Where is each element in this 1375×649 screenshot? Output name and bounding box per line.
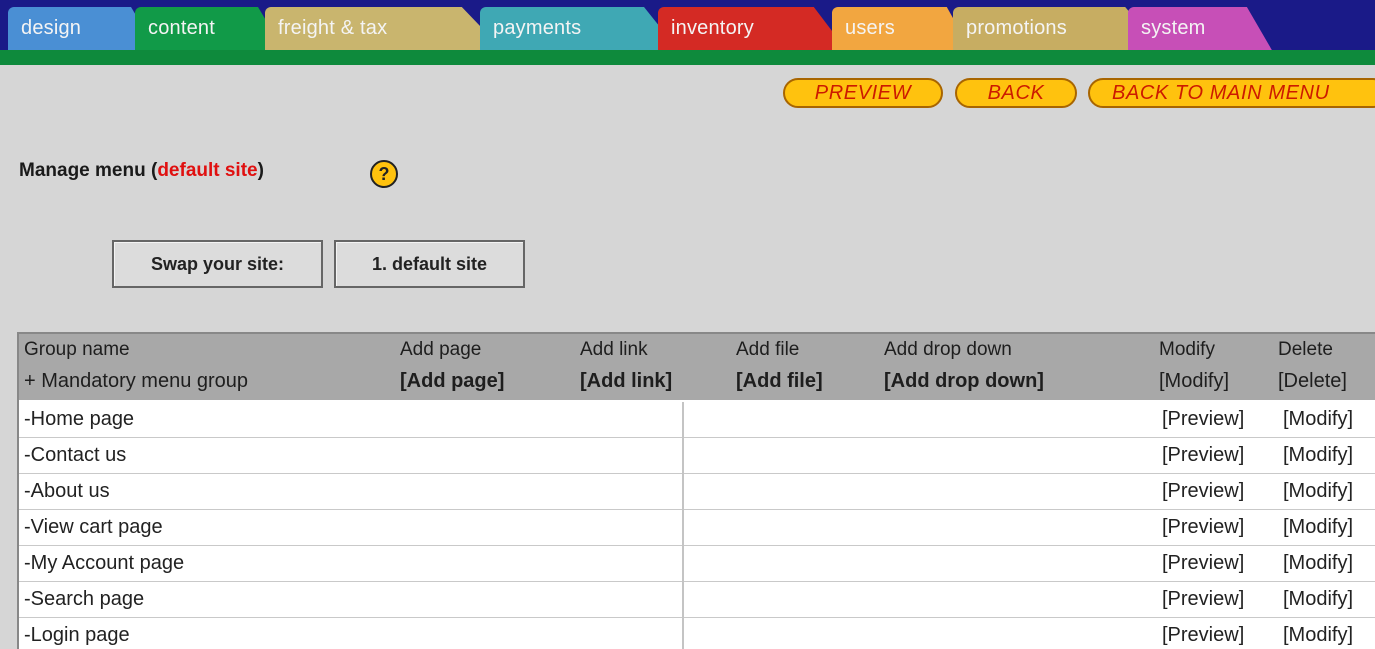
tab-freight-tax[interactable]: freight & tax <box>265 7 505 52</box>
table-row: -Search page [Preview] [Modify] <box>19 582 1375 618</box>
column-divider <box>682 402 684 438</box>
current-site-name: default site <box>157 160 258 181</box>
table-row: -Login page [Preview] [Modify] <box>19 618 1375 649</box>
tab-label: design <box>21 17 82 39</box>
row-modify-link[interactable]: [Modify] <box>1283 480 1353 503</box>
tab-label: inventory <box>671 17 754 39</box>
tab-label: promotions <box>966 17 1067 39</box>
table-row: -Home page [Preview] [Modify] <box>19 402 1375 438</box>
row-modify-link[interactable]: [Modify] <box>1283 624 1353 647</box>
tab-inventory[interactable]: inventory <box>658 7 848 52</box>
header-add-file: Add file <box>736 339 800 360</box>
row-preview-link[interactable]: [Preview] <box>1162 408 1244 431</box>
menu-table: Group name Add page Add link Add file Ad… <box>17 332 1375 649</box>
tab-label: payments <box>493 17 582 39</box>
row-modify-link[interactable]: [Modify] <box>1283 408 1353 431</box>
row-preview-link[interactable]: [Preview] <box>1162 624 1244 647</box>
table-row: -View cart page [Preview] [Modify] <box>19 510 1375 546</box>
page-title-prefix: Manage menu ( <box>19 160 158 181</box>
row-preview-link[interactable]: [Preview] <box>1162 444 1244 467</box>
swap-site-label: Swap your site: <box>112 240 323 288</box>
tab-users[interactable]: users <box>832 7 972 52</box>
tab-content[interactable]: content <box>135 7 285 52</box>
column-divider <box>682 618 684 649</box>
row-preview-link[interactable]: [Preview] <box>1162 516 1244 539</box>
table-row: -My Account page [Preview] [Modify] <box>19 546 1375 582</box>
row-modify-link[interactable]: [Modify] <box>1283 516 1353 539</box>
add-page-link[interactable]: [Add page] <box>400 370 504 393</box>
page-title: Manage menu (default site) <box>19 160 264 182</box>
row-page-name: -Search page <box>24 588 145 610</box>
tab-system[interactable]: system <box>1128 7 1273 52</box>
row-modify-link[interactable]: [Modify] <box>1283 444 1353 467</box>
column-divider <box>682 582 684 618</box>
column-divider <box>682 546 684 582</box>
row-page-name: -My Account page <box>24 552 185 574</box>
page-title-suffix: ) <box>257 160 264 181</box>
header-modify: Modify <box>1159 339 1215 360</box>
column-divider <box>682 474 684 510</box>
row-preview-link[interactable]: [Preview] <box>1162 552 1244 575</box>
back-to-main-menu-button[interactable]: BACK TO MAIN MENU <box>1088 78 1375 108</box>
row-modify-link[interactable]: [Modify] <box>1283 588 1353 611</box>
active-tab-strip <box>0 50 1375 65</box>
tab-label: content <box>148 17 216 39</box>
add-drop-down-link[interactable]: [Add drop down] <box>884 370 1044 393</box>
group-modify-link[interactable]: [Modify] <box>1159 370 1229 393</box>
header-add-link: Add link <box>580 339 648 360</box>
menu-group-name[interactable]: + Mandatory menu group <box>24 370 248 393</box>
tab-label: users <box>845 17 895 39</box>
header-group-name: Group name <box>24 339 130 360</box>
add-link-link[interactable]: [Add link] <box>580 370 672 393</box>
top-tab-bar: design content freight & tax payments in… <box>0 0 1375 52</box>
column-divider <box>682 510 684 546</box>
tab-label: system <box>1141 17 1206 39</box>
header-delete: Delete <box>1278 339 1333 360</box>
header-add-page: Add page <box>400 339 482 360</box>
column-divider <box>682 438 684 474</box>
help-icon[interactable]: ? <box>370 160 398 188</box>
tab-label: freight & tax <box>278 17 388 39</box>
table-row: -About us [Preview] [Modify] <box>19 474 1375 510</box>
table-row: -Contact us [Preview] [Modify] <box>19 438 1375 474</box>
row-page-name: -Home page <box>24 408 135 430</box>
preview-button[interactable]: PREVIEW <box>783 78 943 108</box>
header-add-drop-down: Add drop down <box>884 339 1012 360</box>
row-preview-link[interactable]: [Preview] <box>1162 480 1244 503</box>
tab-payments[interactable]: payments <box>480 7 680 52</box>
row-page-name: -About us <box>24 480 110 502</box>
row-page-name: -Login page <box>24 624 130 646</box>
back-button[interactable]: BACK <box>955 78 1077 108</box>
group-delete-link[interactable]: [Delete] <box>1278 370 1347 393</box>
site-selector[interactable]: 1. default site <box>334 240 525 288</box>
row-page-name: -View cart page <box>24 516 163 538</box>
add-file-link[interactable]: [Add file] <box>736 370 823 393</box>
row-page-name: -Contact us <box>24 444 127 466</box>
table-header-row: Group name Add page Add link Add file Ad… <box>19 332 1375 364</box>
row-preview-link[interactable]: [Preview] <box>1162 588 1244 611</box>
row-modify-link[interactable]: [Modify] <box>1283 552 1353 575</box>
menu-group-row: + Mandatory menu group [Add page] [Add l… <box>19 364 1375 400</box>
